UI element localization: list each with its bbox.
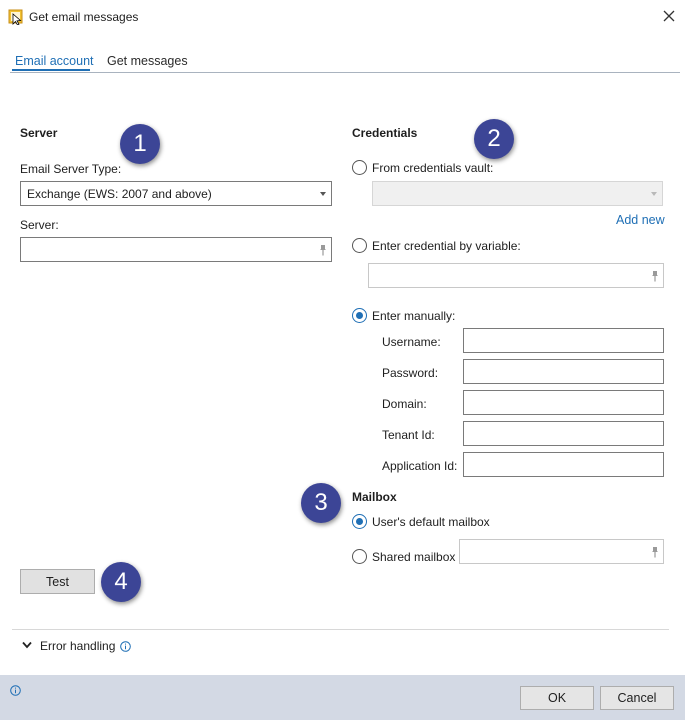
step-badge-1: 1	[120, 124, 160, 164]
tenant-id-label: Tenant Id:	[382, 428, 435, 442]
credentials-vault-select[interactable]	[372, 181, 663, 206]
enter-manually-label: Enter manually:	[372, 309, 456, 323]
window-title: Get email messages	[29, 10, 139, 24]
password-input[interactable]	[463, 359, 664, 384]
step-badge-2: 2	[474, 119, 514, 159]
default-mailbox-label: User's default mailbox	[372, 515, 490, 529]
error-handling-label[interactable]: Error handling	[40, 639, 115, 653]
credentials-vault-radio[interactable]	[352, 160, 367, 175]
tab-get-messages[interactable]: Get messages	[107, 54, 188, 68]
password-label: Password:	[382, 366, 439, 380]
username-input[interactable]	[463, 328, 664, 353]
test-button[interactable]: Test	[20, 569, 95, 594]
pin-icon	[652, 271, 658, 282]
email-server-type-label: Email Server Type:	[20, 162, 122, 176]
credential-variable-label: Enter credential by variable:	[372, 239, 521, 253]
ok-button[interactable]: OK	[520, 686, 594, 710]
step-badge-3: 3	[301, 483, 341, 523]
dropdown-caret-icon	[320, 192, 326, 196]
tabs-divider	[10, 72, 680, 73]
email-server-type-select[interactable]: Exchange (EWS: 2007 and above)	[20, 181, 332, 206]
tab-email-account[interactable]: Email account	[15, 54, 94, 68]
tenant-id-input[interactable]	[463, 421, 664, 446]
application-id-label: Application Id:	[382, 459, 458, 473]
server-label: Server:	[20, 218, 59, 232]
add-new-link[interactable]: Add new	[616, 213, 665, 227]
close-icon[interactable]	[661, 8, 677, 24]
credential-variable-radio[interactable]	[352, 238, 367, 253]
domain-label: Domain:	[382, 397, 427, 411]
active-tab-indicator	[12, 69, 90, 71]
info-icon[interactable]	[10, 685, 21, 696]
title-bar: Get email messages	[0, 0, 685, 34]
email-server-type-value: Exchange (EWS: 2007 and above)	[27, 186, 212, 201]
username-label: Username:	[382, 335, 441, 349]
mailbox-section-title: Mailbox	[352, 490, 397, 504]
domain-input[interactable]	[463, 390, 664, 415]
default-mailbox-radio[interactable]	[352, 514, 367, 529]
credentials-vault-label: From credentials vault:	[372, 161, 494, 175]
shared-mailbox-radio[interactable]	[352, 549, 367, 564]
email-action-icon	[8, 9, 23, 25]
chevron-down-icon[interactable]	[22, 641, 32, 649]
server-input[interactable]	[20, 237, 332, 262]
info-icon[interactable]	[120, 641, 131, 652]
dropdown-caret-icon	[651, 192, 657, 196]
server-section-title: Server	[20, 126, 58, 140]
step-badge-4: 4	[101, 562, 141, 602]
shared-mailbox-input[interactable]	[459, 539, 664, 564]
pin-icon	[652, 547, 658, 558]
enter-manually-radio[interactable]	[352, 308, 367, 323]
credentials-section-title: Credentials	[352, 126, 418, 140]
pin-icon	[320, 245, 326, 256]
shared-mailbox-label: Shared mailbox	[372, 550, 456, 564]
application-id-input[interactable]	[463, 452, 664, 477]
cancel-button[interactable]: Cancel	[600, 686, 674, 710]
dialog-footer: OK Cancel	[0, 675, 685, 720]
section-divider	[12, 629, 669, 630]
credential-variable-input[interactable]	[368, 263, 664, 288]
